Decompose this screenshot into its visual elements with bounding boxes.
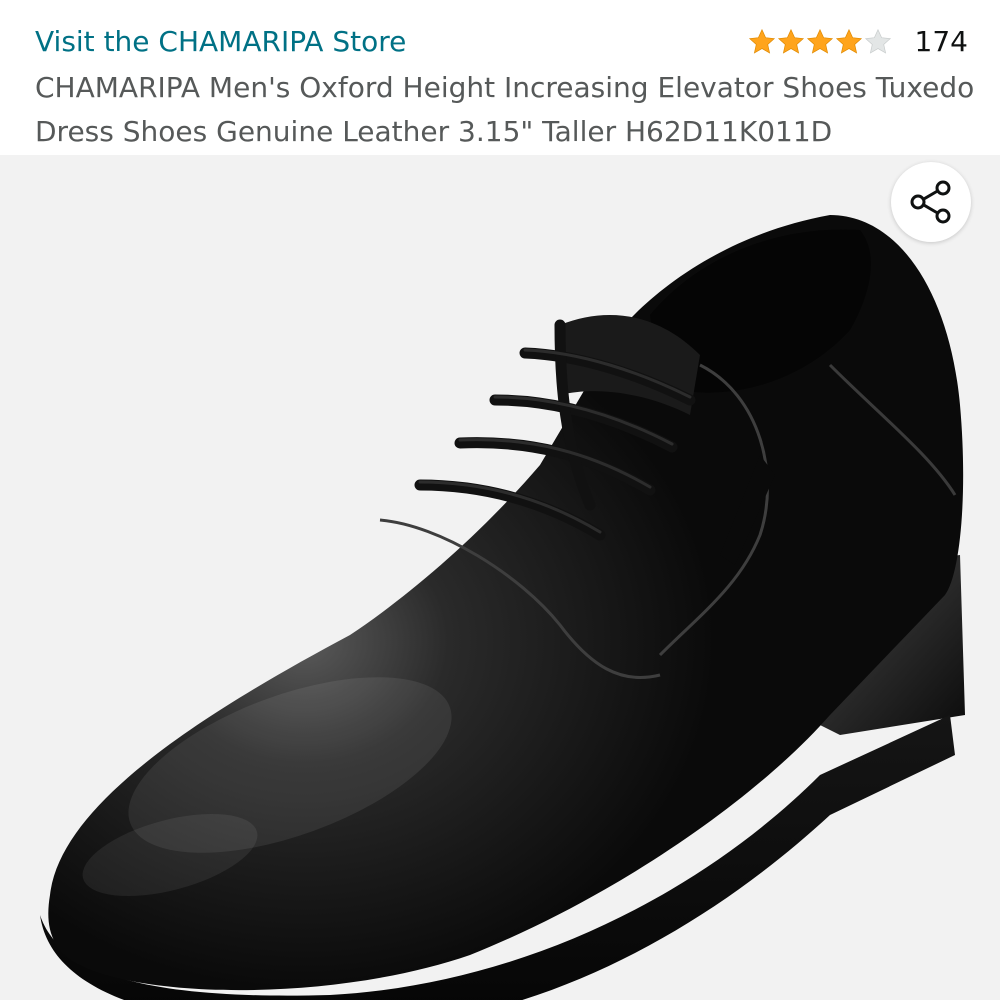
product-detail-page: Visit the CHAMARIPA Store 174 CHAMARIPA … bbox=[0, 0, 1000, 1000]
visit-store-link[interactable]: Visit the CHAMARIPA Store bbox=[35, 22, 406, 62]
share-icon bbox=[910, 180, 951, 224]
star-filled-icon bbox=[777, 28, 804, 54]
share-button[interactable] bbox=[891, 162, 971, 242]
review-count[interactable]: 174 bbox=[915, 22, 968, 62]
star-filled-icon bbox=[748, 28, 775, 54]
black-leather-oxford-shoe-icon[interactable] bbox=[0, 155, 1000, 1000]
star-filled-icon bbox=[806, 28, 833, 54]
rating-summary[interactable]: 174 bbox=[748, 22, 968, 62]
product-image-gallery[interactable] bbox=[0, 155, 1000, 1000]
star-empty-icon bbox=[864, 28, 891, 54]
product-title: CHAMARIPA Men's Oxford Height Increasing… bbox=[35, 71, 975, 148]
product-header: Visit the CHAMARIPA Store 174 CHAMARIPA … bbox=[0, 0, 1000, 155]
star-rating[interactable] bbox=[748, 28, 893, 56]
star-filled-icon bbox=[835, 28, 862, 54]
